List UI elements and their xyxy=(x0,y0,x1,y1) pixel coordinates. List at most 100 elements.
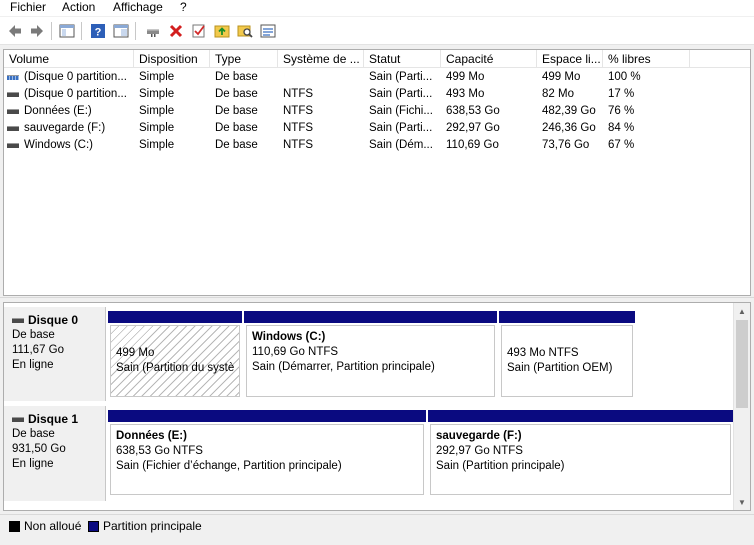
menu-bar: Fichier Action Affichage ? xyxy=(0,0,754,16)
column-disposition[interactable]: Disposition xyxy=(134,50,210,68)
table-cell: (Disque 0 partition... xyxy=(24,88,127,100)
menu-affichage[interactable]: Affichage xyxy=(113,0,163,14)
disk-1-type: De base xyxy=(12,428,55,440)
scroll-up-icon[interactable]: ▲ xyxy=(734,303,750,319)
menu-action[interactable]: Action xyxy=(62,0,95,14)
table-cell: (Disque 0 partition... xyxy=(24,71,127,83)
column-type[interactable]: Type xyxy=(210,50,278,68)
help-button[interactable]: ? xyxy=(88,21,108,41)
disk-icon xyxy=(12,417,24,422)
table-cell: De base xyxy=(215,105,258,117)
table-row[interactable]: Windows (C:) Simple De base NTFS Sain (Dém..… xyxy=(4,137,750,154)
back-icon xyxy=(9,25,21,37)
partition-size: 493 Mo NTFS xyxy=(507,347,579,359)
volume-icon xyxy=(7,109,19,114)
partition-body: Données (E:) 638,53 Go NTFS Sain (Fichie… xyxy=(110,424,424,495)
partition-bar xyxy=(108,311,242,323)
table-cell: 110,69 Go xyxy=(446,139,499,151)
connect-drive-button[interactable] xyxy=(143,21,163,41)
disk-0-size: 111,67 Go xyxy=(12,344,65,356)
legend-primary-label: Partition principale xyxy=(103,519,202,533)
partition-body: 493 Mo NTFS Sain (Partition OEM) xyxy=(501,325,633,397)
partition-name: Windows (C:) xyxy=(252,331,326,343)
partition-name: Données (E:) xyxy=(116,430,187,442)
disk-0-label[interactable]: Disque 0 De base 111,67 Go En ligne xyxy=(4,307,106,401)
scrollbar-thumb[interactable] xyxy=(736,320,748,408)
partition-disk0-system[interactable]: 499 Mo Sain (Partition du systè xyxy=(108,311,242,399)
partition-sauvegarde-f[interactable]: sauvegarde (F:) 292,97 Go NTFS Sain (Par… xyxy=(428,410,733,497)
partition-bar xyxy=(108,410,426,422)
table-cell: Sain (Parti... xyxy=(369,88,433,100)
table-cell: Données (E:) xyxy=(24,105,92,117)
disk-pane-scrollbar[interactable]: ▲ ▼ xyxy=(733,303,750,510)
table-cell: Sain (Fichi... xyxy=(369,105,433,117)
column-capacity[interactable]: Capacité xyxy=(441,50,537,68)
search-folder-button[interactable] xyxy=(235,21,255,41)
properties-icon xyxy=(113,24,129,38)
column-status[interactable]: Statut xyxy=(364,50,441,68)
partition-windows-c[interactable]: Windows (C:) 110,69 Go NTFS Sain (Démarr… xyxy=(244,311,497,399)
disk-0-name: Disque 0 xyxy=(28,313,79,327)
disk-1-label[interactable]: Disque 1 De base 931,50 Go En ligne xyxy=(4,406,106,501)
folder-up-icon xyxy=(214,25,230,38)
table-cell: NTFS xyxy=(283,139,314,151)
menu-fichier[interactable]: Fichier xyxy=(10,0,46,14)
partition-body: Windows (C:) 110,69 Go NTFS Sain (Démarr… xyxy=(246,325,495,397)
table-cell: 493 Mo xyxy=(446,88,485,100)
toolbar-separator xyxy=(135,22,136,40)
table-cell: Simple xyxy=(139,139,175,151)
legend-unallocated-swatch xyxy=(9,521,20,532)
check-button[interactable] xyxy=(189,21,209,41)
column-percent-free[interactable]: % libres xyxy=(603,50,690,68)
table-cell: Sain (Parti... xyxy=(369,122,433,134)
connect-drive-icon xyxy=(147,29,159,37)
partition-status: Sain (Fichier d’échange, Partition princ… xyxy=(116,460,342,472)
disk-0-type: De base xyxy=(12,329,55,341)
table-cell: De base xyxy=(215,88,258,100)
menu-help[interactable]: ? xyxy=(180,0,187,14)
legend-primary-swatch xyxy=(88,521,99,532)
details-button[interactable] xyxy=(258,21,278,41)
properties-button[interactable] xyxy=(111,21,131,41)
column-filesystem[interactable]: Système de ... xyxy=(278,50,364,68)
table-cell: De base xyxy=(215,139,258,151)
table-cell: Simple xyxy=(139,88,175,100)
forward-icon xyxy=(31,25,43,37)
table-cell: 84 % xyxy=(608,122,635,134)
folder-up-button[interactable] xyxy=(212,21,232,41)
partition-bar xyxy=(428,410,733,422)
table-row[interactable]: (Disque 0 partition... Simple De base NTFS S… xyxy=(4,86,750,103)
column-volume[interactable]: Volume xyxy=(4,50,134,68)
delete-button[interactable] xyxy=(166,21,186,41)
partition-size: 110,69 Go NTFS xyxy=(252,346,339,358)
table-cell: 67 % xyxy=(608,139,635,151)
toolbar: ? xyxy=(0,17,754,45)
table-cell: 76 % xyxy=(608,105,635,117)
partition-disk0-oem[interactable]: 493 Mo NTFS Sain (Partition OEM) xyxy=(499,311,635,399)
forward-button[interactable] xyxy=(27,21,47,41)
scroll-down-icon[interactable]: ▼ xyxy=(734,494,750,510)
table-cell: 292,97 Go xyxy=(446,122,500,134)
console-tree-button[interactable] xyxy=(57,21,77,41)
partition-size: 499 Mo xyxy=(116,347,155,359)
table-cell: NTFS xyxy=(283,105,314,117)
table-row[interactable]: (Disque 0 partition... Simple De base Sain … xyxy=(4,69,750,86)
table-cell: 638,53 Go xyxy=(446,105,500,117)
table-cell: 499 Mo xyxy=(542,71,581,83)
partition-donnees-e[interactable]: Données (E:) 638,53 Go NTFS Sain (Fichie… xyxy=(108,410,426,497)
back-button[interactable] xyxy=(5,21,25,41)
partition-status: Sain (Démarrer, Partition principale) xyxy=(252,361,435,373)
striped-volume-icon xyxy=(7,75,19,80)
disk-0-status: En ligne xyxy=(12,359,54,371)
table-cell: NTFS xyxy=(283,88,314,100)
partition-bar xyxy=(499,311,635,323)
table-cell: De base xyxy=(215,71,258,83)
table-row[interactable]: Données (E:) Simple De base NTFS Sain (Fichi… xyxy=(4,103,750,120)
help-icon: ? xyxy=(91,24,105,39)
table-cell: sauvegarde (F:) xyxy=(24,122,106,134)
volume-list: Volume Disposition Type Système de ... S… xyxy=(3,49,751,296)
partition-body: sauvegarde (F:) 292,97 Go NTFS Sain (Par… xyxy=(430,424,731,495)
column-free-space[interactable]: Espace li... xyxy=(537,50,603,68)
table-row[interactable]: sauvegarde (F:) Simple De base NTFS Sain (Pa… xyxy=(4,120,750,137)
check-icon xyxy=(192,24,205,38)
